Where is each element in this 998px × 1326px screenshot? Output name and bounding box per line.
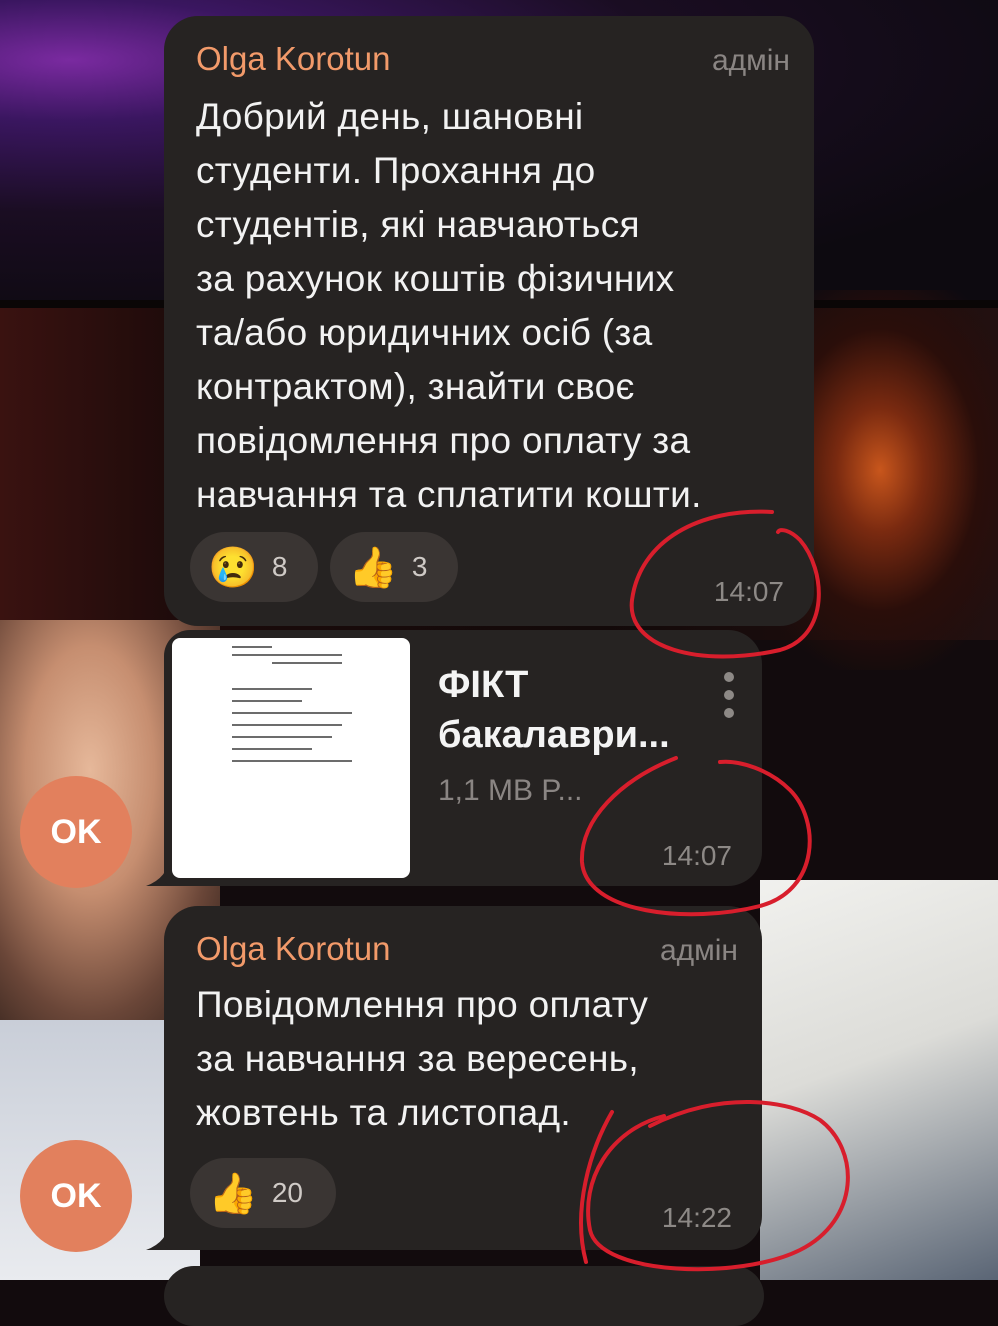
crying-face-icon: 😢 (208, 545, 258, 590)
file-message-bubble[interactable]: ФІКТ бакалаври... 1,1 MB P... 14:07 (164, 630, 762, 886)
message-bubble[interactable]: Olga Korotun адмін Повідомлення про опла… (164, 906, 762, 1250)
reaction-chip[interactable]: 👍 20 (190, 1158, 336, 1228)
message-time: 14:07 (661, 840, 732, 871)
next-message-bubble[interactable] (164, 1266, 764, 1326)
reaction-count: 20 (271, 1177, 303, 1208)
reaction-chip[interactable]: 😢 8 (190, 532, 318, 602)
sender-name[interactable]: Olga Korotun (196, 930, 390, 968)
reaction-chip[interactable]: 👍 3 (330, 532, 458, 602)
more-options-icon[interactable] (724, 672, 736, 726)
thumbs-up-icon: 👍 (208, 1171, 258, 1216)
reaction-count: 8 (271, 551, 288, 582)
file-name[interactable]: ФІКТ бакалаври... (438, 660, 670, 760)
message-bubble[interactable]: Olga Korotun адмін Добрий день, шановні … (164, 16, 814, 626)
message-time: 14:07 (713, 576, 784, 607)
reaction-count: 3 (411, 551, 428, 582)
file-size: 1,1 MB P... (438, 774, 583, 807)
message-text: Добрий день, шановні студенти. Прохання … (196, 96, 702, 515)
message-time: 14:22 (661, 1202, 732, 1233)
sender-name[interactable]: Olga Korotun (196, 40, 390, 78)
thumbs-up-icon: 👍 (348, 545, 398, 590)
message-text: Повідомлення про оплату за навчання за в… (196, 984, 649, 1133)
avatar[interactable]: OK (20, 1140, 132, 1252)
admin-badge: адмін (711, 44, 790, 77)
document-thumbnail[interactable] (172, 638, 410, 878)
avatar[interactable]: OK (20, 776, 132, 888)
admin-badge: адмін (659, 934, 738, 967)
